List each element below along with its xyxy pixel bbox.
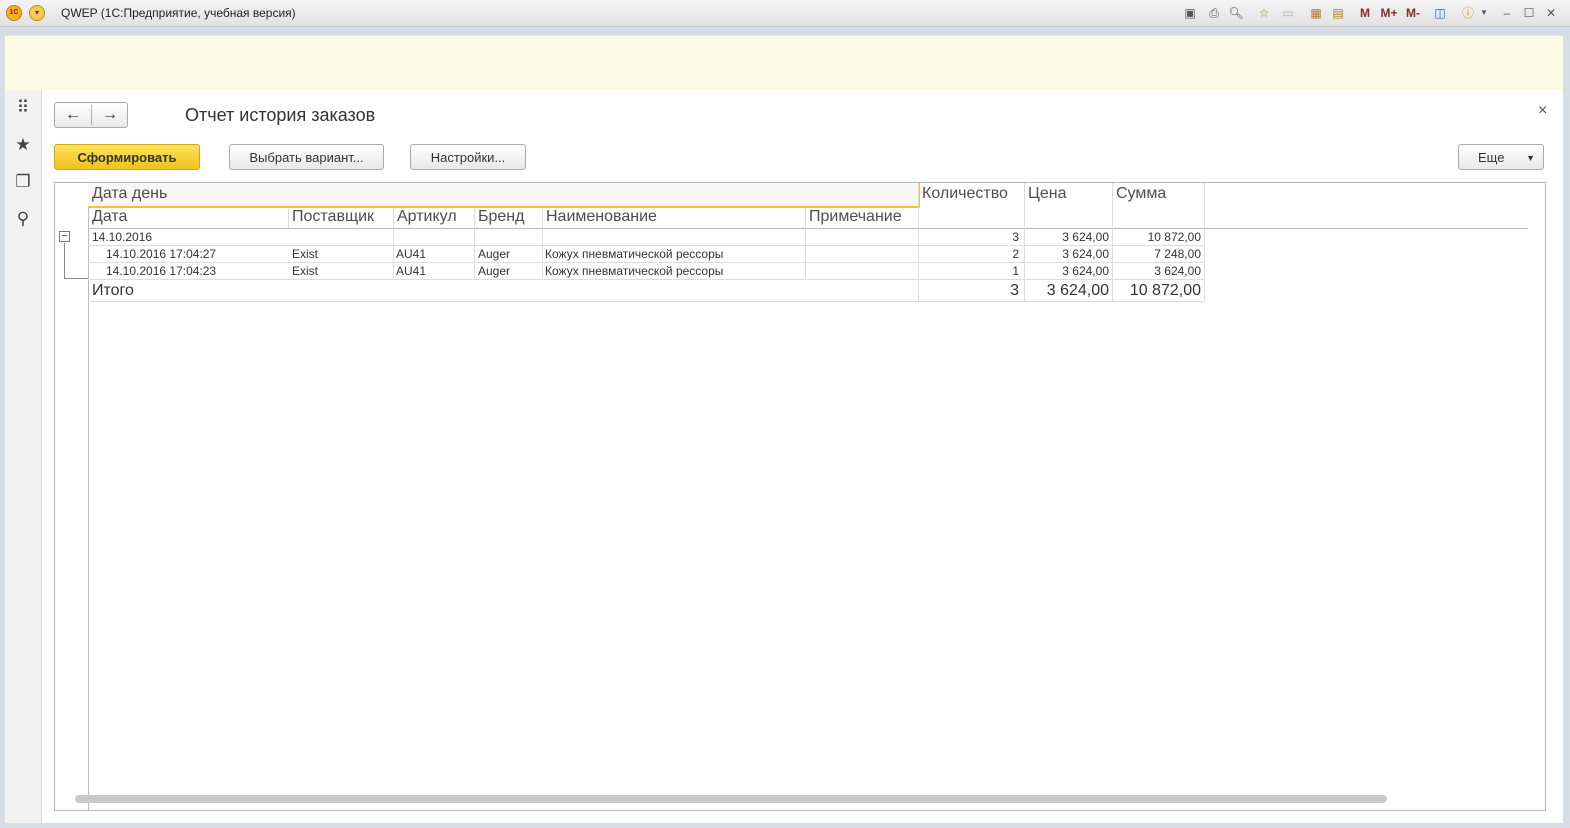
table-row-date: 14.10.2016 17:04:27 xyxy=(106,247,217,261)
table-row-name: Кожух пневматической рессоры xyxy=(545,264,724,278)
sections-panel: ⠿ ★ ❐ ⚲ xyxy=(5,90,42,823)
calendar-icon[interactable]: ▤ xyxy=(1330,5,1346,21)
report-form: ← → Отчет история заказов × Сформировать… xyxy=(42,90,1563,823)
table-row-quantity: 2 xyxy=(1012,247,1019,261)
table-row-price: 3 624,00 xyxy=(1062,264,1109,278)
tree-line xyxy=(64,243,65,279)
tree-line-end xyxy=(64,278,88,279)
total-price: 3 624,00 xyxy=(1046,282,1109,299)
generate-button[interactable]: Сформировать xyxy=(54,144,200,170)
memory-plus-button[interactable]: M+ xyxy=(1378,5,1400,21)
page-title: Отчет история заказов xyxy=(185,105,376,125)
search-icon[interactable]: ⚲ xyxy=(13,209,33,229)
navigation-buttons: ← → xyxy=(54,102,128,128)
grid-line xyxy=(918,183,919,301)
panels-icon[interactable]: ◫ xyxy=(1432,5,1448,21)
main-menu-icon[interactable]: ▾ xyxy=(29,5,45,21)
header-price: Цена xyxy=(1028,185,1067,202)
group-header-date-day: Дата день xyxy=(88,183,920,208)
memory-m-button[interactable]: M xyxy=(1358,5,1372,21)
info-dropdown-icon[interactable]: ▼ xyxy=(1478,5,1490,21)
notice-bar xyxy=(5,35,1563,91)
grid-line xyxy=(88,301,1204,302)
window-titlebar: 1С ▾ QWEP (1С:Предприятие, учебная верси… xyxy=(0,0,1570,27)
close-window-icon[interactable]: ✕ xyxy=(1544,5,1558,21)
table-row-article: AU41 xyxy=(396,264,427,278)
grid-line xyxy=(1204,183,1205,301)
favorites-add-icon[interactable]: ☆ xyxy=(1256,5,1272,21)
arrow-left-icon: ← xyxy=(65,106,81,123)
collapse-group-icon[interactable]: − xyxy=(59,231,70,242)
memory-minus-button[interactable]: M- xyxy=(1402,5,1424,21)
save-icon[interactable]: ▣ xyxy=(1182,5,1198,21)
arrow-right-icon: → xyxy=(102,106,118,123)
table-row-sum: 7 248,00 xyxy=(1154,247,1201,261)
link-icon[interactable]: ▭ xyxy=(1280,5,1296,21)
app-logo-icon[interactable]: 1С xyxy=(6,5,22,21)
table-row-name: Кожух пневматической рессоры xyxy=(545,247,724,261)
choose-variant-button[interactable]: Выбрать вариант... xyxy=(229,144,384,170)
favorites-star-icon[interactable]: ★ xyxy=(13,135,33,155)
header-supplier: Поставщик xyxy=(292,208,375,225)
header-brand: Бренд xyxy=(478,208,525,225)
table-row-sum: 3 624,00 xyxy=(1154,264,1201,278)
apps-grid-icon[interactable]: ⠿ xyxy=(13,98,33,118)
table-row-note xyxy=(805,263,918,280)
total-quantity: 3 xyxy=(1010,282,1019,299)
close-form-icon[interactable]: × xyxy=(1538,102,1547,120)
more-button[interactable]: Еще ▼ xyxy=(1458,144,1544,170)
table-row-date: 14.10.2016 17:04:23 xyxy=(106,264,217,278)
table-row-brand: Auger xyxy=(478,247,511,261)
forward-button[interactable]: → xyxy=(92,103,128,127)
table-row-brand: Auger xyxy=(478,264,511,278)
group-row-date: 14.10.2016 xyxy=(92,230,153,244)
header-article: Артикул xyxy=(397,208,457,225)
table-row-article: AU41 xyxy=(396,247,427,261)
preview-icon[interactable]: 🔍︎ xyxy=(1228,5,1244,21)
report-table[interactable]: − Дата день Количество Цена Сумма Дата П… xyxy=(54,182,1546,811)
group-row-quantity: 3 xyxy=(1012,230,1019,244)
more-button-label: Еще xyxy=(1478,150,1505,165)
table-row-supplier: Exist xyxy=(292,264,319,278)
total-sum: 10 872,00 xyxy=(1129,282,1201,299)
info-icon[interactable]: ⓘ xyxy=(1459,5,1477,21)
header-sum: Сумма xyxy=(1116,185,1167,202)
settings-button[interactable]: Настройки... xyxy=(410,144,526,170)
total-label: Итого xyxy=(92,282,134,299)
print-icon[interactable]: ⎙ xyxy=(1206,5,1222,21)
window-title: QWEP (1С:Предприятие, учебная версия) xyxy=(61,6,296,20)
chevron-down-icon: ▼ xyxy=(1526,153,1535,163)
table-row-quantity: 1 xyxy=(1012,264,1019,278)
group-row-sum: 10 872,00 xyxy=(1147,230,1201,244)
horizontal-scrollbar[interactable] xyxy=(75,795,1387,803)
minimize-icon[interactable]: – xyxy=(1500,5,1514,21)
table-row-supplier: Exist xyxy=(292,247,319,261)
header-note: Примечание xyxy=(809,208,902,225)
group-row-price: 3 624,00 xyxy=(1062,230,1109,244)
back-button[interactable]: ← xyxy=(55,103,91,127)
maximize-icon[interactable]: ☐ xyxy=(1522,5,1536,21)
calculator-icon[interactable]: ▦ xyxy=(1308,5,1324,21)
header-quantity: Количество xyxy=(922,185,1008,202)
grid-line xyxy=(288,208,289,228)
table-row-note xyxy=(805,246,918,263)
table-row-price: 3 624,00 xyxy=(1062,247,1109,261)
history-icon[interactable]: ❐ xyxy=(13,172,33,192)
header-date: Дата xyxy=(92,208,128,225)
header-name: Наименование xyxy=(546,208,657,225)
